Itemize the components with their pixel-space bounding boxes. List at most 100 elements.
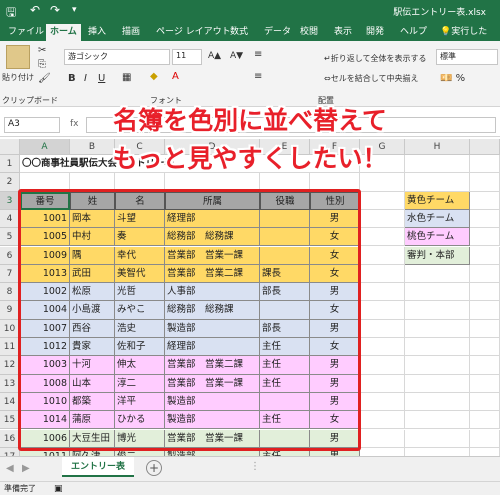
table-cell[interactable]: 男	[310, 319, 360, 338]
table-cell[interactable]: 女	[310, 301, 360, 320]
table-cell[interactable]	[260, 392, 310, 412]
table-cell[interactable]: 人事部	[165, 283, 260, 302]
header-cell[interactable]: 性別	[310, 191, 360, 210]
next-sheet-icon[interactable]: ▶	[22, 463, 30, 474]
cell-empty[interactable]	[470, 301, 500, 320]
column-header-i[interactable]	[470, 139, 500, 155]
table-cell[interactable]: 1010	[20, 392, 70, 412]
table-cell[interactable]: 幸代	[115, 246, 165, 265]
cell-empty[interactable]	[405, 392, 470, 412]
table-cell[interactable]: 1002	[20, 283, 70, 302]
table-cell[interactable]: 1012	[20, 338, 70, 357]
cell-empty[interactable]	[360, 209, 405, 229]
save-icon[interactable]: 🖫	[6, 3, 16, 24]
header-cell[interactable]: 所属	[165, 191, 260, 210]
cell-empty[interactable]	[470, 392, 500, 412]
table-cell[interactable]: 総務部 総務課	[165, 301, 260, 320]
table-cell[interactable]: 蒲原	[70, 411, 115, 430]
table-cell[interactable]: 博光	[115, 429, 165, 448]
table-cell[interactable]: 製造部	[165, 319, 260, 338]
table-cell[interactable]: 部長	[260, 283, 310, 302]
row-header-5[interactable]: 5	[0, 228, 20, 247]
cell-empty[interactable]	[405, 319, 470, 338]
table-cell[interactable]: 都築	[70, 392, 115, 412]
cell-empty[interactable]	[360, 356, 405, 375]
table-cell[interactable]: 主任	[260, 411, 310, 430]
table-cell[interactable]: 営業部 営業一課	[165, 374, 260, 393]
cell-empty[interactable]	[360, 264, 405, 284]
cell-empty[interactable]	[405, 356, 470, 375]
table-cell[interactable]: 1006	[20, 429, 70, 448]
table-cell[interactable]: みやこ	[115, 301, 165, 320]
table-cell[interactable]: 営業部 営業二課	[165, 264, 260, 284]
cell-empty[interactable]	[360, 191, 405, 210]
table-cell[interactable]: 小島渡	[70, 301, 115, 320]
number-format-select[interactable]: 標準	[436, 49, 498, 65]
table-cell[interactable]	[260, 246, 310, 265]
table-cell[interactable]: 1005	[20, 228, 70, 247]
table-cell[interactable]: 1003	[20, 356, 70, 375]
table-cell[interactable]: 岡本	[70, 209, 115, 229]
cell-empty[interactable]	[20, 173, 70, 192]
tell-me-box[interactable]: 💡実行したい作	[436, 24, 500, 54]
table-cell[interactable]: 女	[310, 411, 360, 430]
legend-cell[interactable]: 桃色チーム	[405, 228, 470, 247]
row-header-13[interactable]: 13	[0, 374, 20, 393]
cell-empty[interactable]	[360, 429, 405, 448]
cell-empty[interactable]	[360, 374, 405, 393]
table-cell[interactable]: 武田	[70, 264, 115, 284]
row-header-16[interactable]: 16	[0, 429, 20, 448]
table-cell[interactable]: 総務部 総務課	[165, 228, 260, 247]
tab-page-layout[interactable]: ページ レイアウト	[152, 24, 235, 41]
column-header-a[interactable]: A	[20, 139, 70, 155]
cell-empty[interactable]	[405, 374, 470, 393]
table-cell[interactable]: 伸太	[115, 356, 165, 375]
row-header-4[interactable]: 4	[0, 209, 20, 229]
cell-empty[interactable]	[470, 264, 500, 284]
cell-empty[interactable]	[360, 301, 405, 320]
row-header-3[interactable]: 3	[0, 191, 20, 210]
cell-empty[interactable]	[470, 411, 500, 430]
row-header-2[interactable]: 2	[0, 173, 20, 192]
table-cell[interactable]: 1014	[20, 411, 70, 430]
table-cell[interactable]: 男	[310, 374, 360, 393]
table-cell[interactable]: 斗望	[115, 209, 165, 229]
macro-record-icon[interactable]: ▣	[54, 482, 63, 496]
table-cell[interactable]: 山本	[70, 374, 115, 393]
table-cell[interactable]: 貴家	[70, 338, 115, 357]
table-cell[interactable]	[260, 228, 310, 247]
cell-empty[interactable]	[360, 392, 405, 412]
table-cell[interactable]: 浩史	[115, 319, 165, 338]
cell-empty[interactable]	[470, 283, 500, 302]
table-cell[interactable]	[260, 209, 310, 229]
cell-empty[interactable]	[360, 283, 405, 302]
table-cell[interactable]: 中村	[70, 228, 115, 247]
cell-empty[interactable]	[470, 356, 500, 375]
table-cell[interactable]: 営業部 営業一課	[165, 429, 260, 448]
cell-empty[interactable]	[470, 319, 500, 338]
redo-icon[interactable]: ↷	[50, 3, 60, 17]
table-cell[interactable]: 主任	[260, 338, 310, 357]
undo-icon[interactable]: ↶	[30, 3, 40, 17]
table-cell[interactable]: 主任	[260, 374, 310, 393]
table-cell[interactable]: 奏	[115, 228, 165, 247]
sheet-tab-entry[interactable]: エントリー表	[62, 457, 134, 477]
table-cell[interactable]: 1001	[20, 209, 70, 229]
bold-button[interactable]: B	[68, 73, 76, 84]
table-cell[interactable]: 1007	[20, 319, 70, 338]
table-cell[interactable]: 主任	[260, 356, 310, 375]
cut-icon[interactable]: ✂	[38, 45, 46, 56]
cell-empty[interactable]	[470, 374, 500, 393]
table-cell[interactable]: 1008	[20, 374, 70, 393]
prev-sheet-icon[interactable]: ◀	[6, 463, 14, 474]
font-name-select[interactable]: 游ゴシック	[64, 49, 170, 65]
table-cell[interactable]: ひかる	[115, 411, 165, 430]
paste-button[interactable]: 貼り付け	[2, 72, 34, 83]
copy-icon[interactable]: ⎘	[38, 59, 46, 70]
table-cell[interactable]: 西谷	[70, 319, 115, 338]
table-cell[interactable]: 女	[310, 264, 360, 284]
table-cell[interactable]: 営業部 営業一課	[165, 246, 260, 265]
add-sheet-icon[interactable]: +	[146, 460, 162, 476]
wrap-text-button[interactable]: ↵折り返して全体を表示する	[324, 53, 426, 64]
header-cell[interactable]: 役職	[260, 191, 310, 210]
